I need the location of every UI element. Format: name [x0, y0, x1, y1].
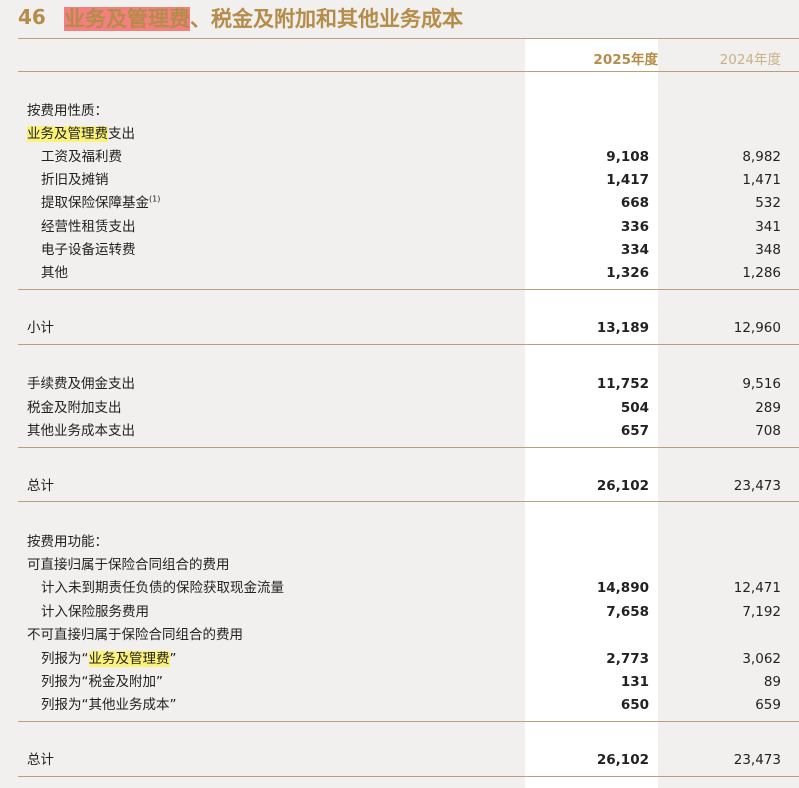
label-highlight: 业务及管理费: [88, 651, 170, 667]
title-highlight: 业务及管理费: [64, 7, 190, 31]
total-row: 总计 26,102 23,473: [27, 478, 781, 494]
rule: [18, 501, 799, 502]
rule: [18, 344, 799, 345]
rule: [18, 289, 799, 290]
note-number: 46: [18, 5, 46, 29]
table-row: 其他 1,326 1,286: [41, 265, 781, 281]
table-row: 列报为“税金及附加” 131 89: [41, 674, 781, 690]
table-row: 电子设备运转费 334 348: [41, 242, 781, 258]
table-row: 税金及附加支出 504 289: [27, 400, 781, 416]
table-row: 计入未到期责任负债的保险获取现金流量 14,890 12,471: [41, 580, 781, 596]
total-row: 总计 26,102 23,473: [27, 752, 781, 768]
table-row: 列报为“其他业务成本” 650 659: [41, 697, 781, 713]
subtotal-row: 小计 13,189 12,960: [27, 320, 781, 336]
table-row: 提取保险保障基金(1) 668 532: [41, 194, 781, 211]
top-rule: [18, 38, 799, 39]
section2-heading-row: 按费用功能：: [18, 531, 799, 553]
rule: [18, 721, 799, 722]
title-rest: 、税金及附加和其他业务成本: [190, 7, 463, 31]
table-row: 手续费及佣金支出 11,752 9,516: [27, 376, 781, 392]
group-label-highlight: 业务及管理费: [27, 126, 108, 142]
group-row: 不可直接归属于保险合同组合的费用: [27, 627, 243, 643]
table-row: 计入保险服务费用 7,658 7,192: [41, 604, 781, 620]
table-row: 折旧及摊销 1,417 1,471: [41, 172, 781, 188]
section1-heading-row: 按费用性质：: [18, 100, 799, 122]
note-title: 业务及管理费、税金及附加和其他业务成本: [64, 3, 463, 33]
table-row: 经营性租赁支出 336 341: [41, 219, 781, 235]
footnote-ref: (1): [149, 194, 161, 204]
table-row: 列报为“业务及管理费” 2,773 3,062: [41, 651, 781, 667]
table-row: 工资及福利费 9,108 8,982: [41, 149, 781, 165]
table-row: 其他业务成本支出 657 708: [27, 423, 781, 439]
bottom-rule: [18, 776, 799, 777]
section1-heading: 按费用性质：: [27, 103, 108, 119]
expense-table: 2025年度 2024年度 按费用性质： 业务及管理费支出 工资及福利费 9,1…: [18, 38, 799, 788]
rule: [18, 447, 799, 448]
title-bar: 46 业务及管理费、税金及附加和其他业务成本: [0, 0, 799, 36]
group-row: 业务及管理费支出: [18, 123, 799, 145]
header-2024: 2024年度: [719, 52, 781, 68]
group-label: 业务及管理费支出: [27, 126, 135, 142]
header-2025: 2025年度: [593, 52, 658, 68]
header-rule: [18, 71, 799, 72]
section2-heading: 按费用功能：: [27, 534, 108, 550]
group-row: 可直接归属于保险合同组合的费用: [27, 557, 230, 573]
